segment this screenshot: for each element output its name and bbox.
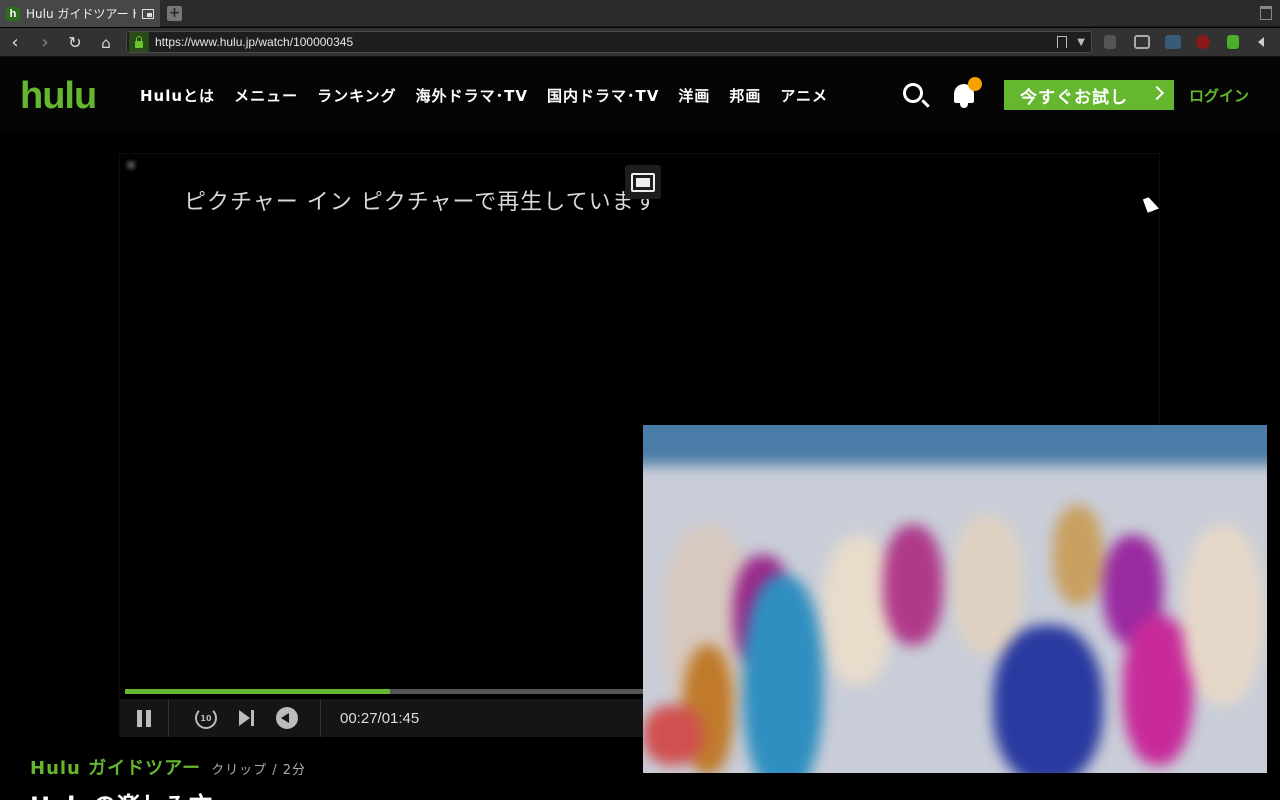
nav-item-foreign-drama[interactable]: 海外ドラマ･TV xyxy=(416,85,528,106)
content-meta: Hulu ガイドツアー クリップ / 2分 xyxy=(30,754,306,780)
pocket-icon[interactable] xyxy=(1134,35,1150,49)
browser-tabbar: h Hulu ガイドツアー Hulu + xyxy=(0,0,1280,27)
nav-item-menu[interactable]: メニュー xyxy=(234,85,298,106)
content-type-duration: クリップ / 2分 xyxy=(211,763,306,778)
new-tab-button[interactable]: + xyxy=(167,6,182,21)
extension-dots-icon[interactable] xyxy=(1165,35,1181,49)
ublock-icon[interactable] xyxy=(1196,35,1210,49)
address-bar[interactable]: https://www.hulu.jp/watch/100000345 ▼ xyxy=(126,31,1092,53)
bell-icon[interactable] xyxy=(952,77,982,108)
hulu-favicon-icon: h xyxy=(6,6,20,21)
replay-10-icon[interactable]: 10 xyxy=(192,699,220,737)
nav-item-japanese-movies[interactable]: 邦画 xyxy=(729,85,761,106)
bookmark-icon[interactable] xyxy=(1057,36,1068,48)
nav-item-western-movies[interactable]: 洋画 xyxy=(678,85,710,106)
browser-toolbar: ‹ › ↻ ⌂ https://www.hulu.jp/watch/100000… xyxy=(0,28,1280,57)
forward-arrow-icon[interactable]: › xyxy=(34,32,56,54)
player-corner-glow xyxy=(124,158,138,172)
control-divider xyxy=(168,699,169,737)
overflow-chevron-icon[interactable] xyxy=(1258,37,1264,47)
free-trial-label: 今すぐお試し xyxy=(1020,87,1128,108)
mouse-cursor-icon xyxy=(1142,195,1160,213)
pause-icon[interactable] xyxy=(134,699,154,737)
nav-item-about[interactable]: Huluとは xyxy=(140,85,215,106)
browser-tab[interactable]: h Hulu ガイドツアー Hulu xyxy=(0,0,160,27)
free-trial-button[interactable]: 今すぐお試し xyxy=(1004,80,1174,110)
login-link[interactable]: ログイン xyxy=(1189,85,1249,106)
pip-toggle-button[interactable] xyxy=(625,165,1160,213)
trash-icon[interactable] xyxy=(1260,6,1272,20)
pip-indicator-icon[interactable] xyxy=(142,8,154,19)
control-divider xyxy=(320,699,321,737)
volume-icon[interactable] xyxy=(275,699,299,737)
lock-icon xyxy=(129,32,149,52)
progress-fill xyxy=(125,689,390,694)
hulu-logo[interactable]: hulu xyxy=(20,75,97,118)
pip-status-message: ピクチャー イン ピクチャーで再生しています xyxy=(184,190,658,215)
main-nav: Huluとは メニュー ランキング 海外ドラマ･TV 国内ドラマ･TV 洋画 邦… xyxy=(140,85,828,106)
pip-video-window[interactable] xyxy=(643,425,1267,773)
tab-title: Hulu ガイドツアー Hulu xyxy=(26,7,136,21)
chevron-down-icon[interactable]: ▼ xyxy=(1077,37,1085,48)
pip-video-frame xyxy=(643,425,1267,773)
series-title-link[interactable]: Hulu ガイドツアー xyxy=(30,754,201,780)
episode-title: Huluの楽しみ方 xyxy=(30,786,212,800)
reload-icon[interactable]: ↻ xyxy=(64,32,86,54)
time-display: 00:27/01:45 xyxy=(340,709,420,727)
pip-icon xyxy=(631,173,655,192)
extension-eyedropper-icon[interactable] xyxy=(1104,35,1116,49)
chevron-right-icon xyxy=(1149,85,1165,101)
back-arrow-icon[interactable]: ‹ xyxy=(4,32,26,54)
home-icon[interactable]: ⌂ xyxy=(95,32,117,54)
download-arrow-icon[interactable] xyxy=(1227,35,1239,49)
nav-item-anime[interactable]: アニメ xyxy=(780,85,828,106)
notification-badge xyxy=(968,77,982,91)
site-header: hulu Huluとは メニュー ランキング 海外ドラマ･TV 国内ドラマ･TV… xyxy=(0,57,1280,133)
url-text[interactable]: https://www.hulu.jp/watch/100000345 xyxy=(155,35,1057,49)
nav-item-domestic-drama[interactable]: 国内ドラマ･TV xyxy=(547,85,659,106)
skip-next-icon[interactable] xyxy=(236,699,256,737)
search-icon[interactable] xyxy=(903,83,923,103)
nav-item-ranking[interactable]: ランキング xyxy=(317,85,397,106)
